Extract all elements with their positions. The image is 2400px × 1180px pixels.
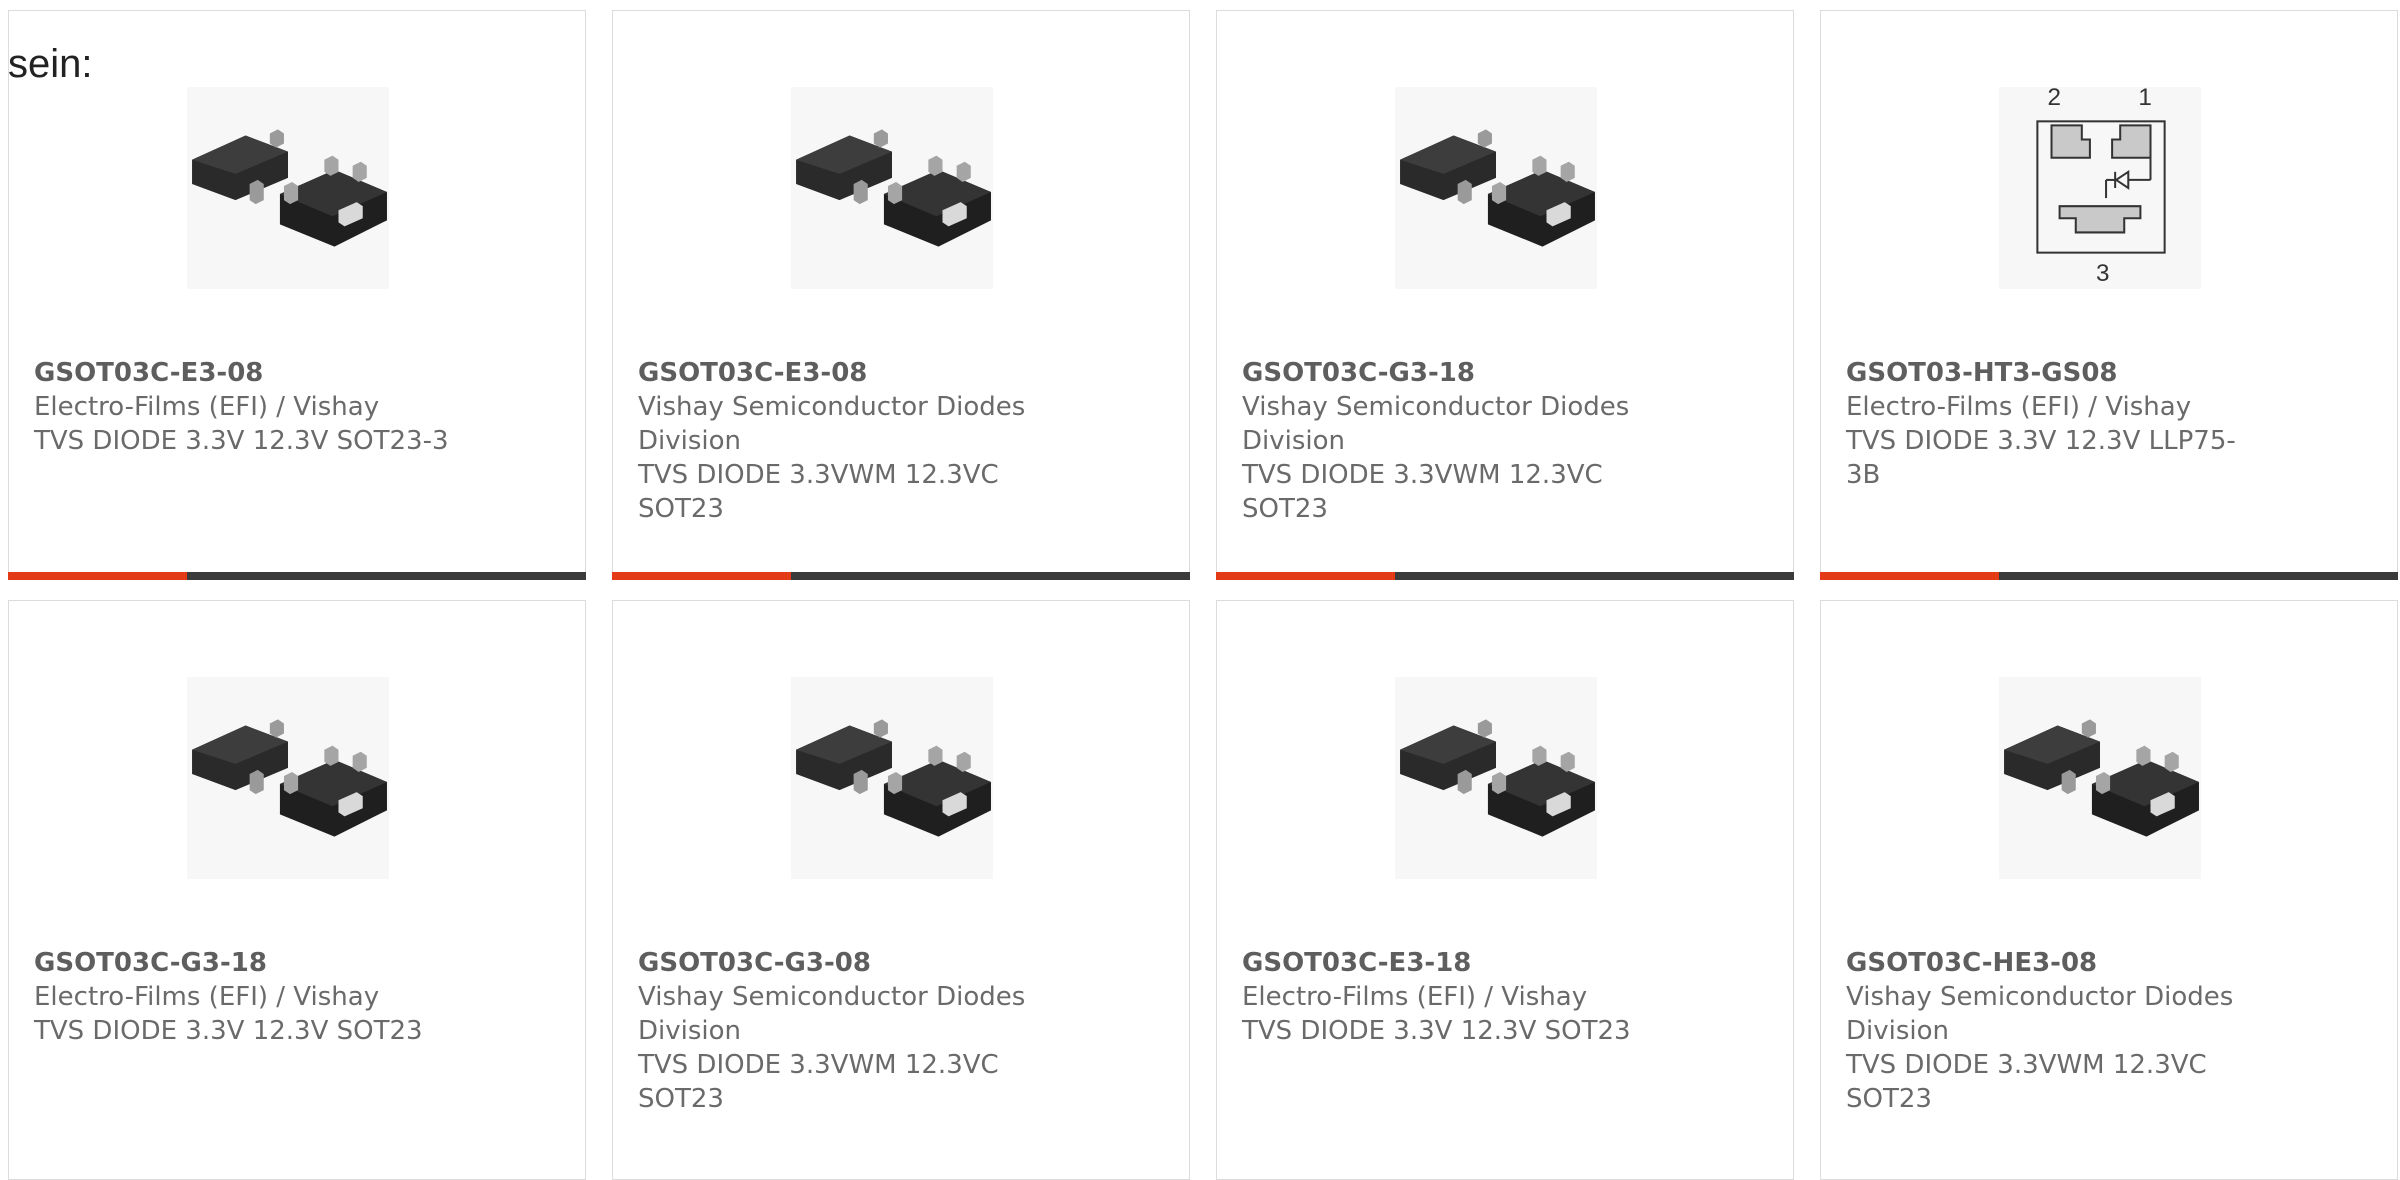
- card-progress-bar: [8, 572, 586, 580]
- product-card[interactable]: 2 1 3 GSOT03-HT3-GS08 Electro-Films (EFI…: [1820, 10, 2398, 580]
- sot23-package-image: [1395, 87, 1597, 289]
- card-progress-bar: [1216, 572, 1794, 580]
- part-number[interactable]: GSOT03C-G3-18: [1242, 356, 1662, 390]
- sot23-package-image: [187, 87, 389, 289]
- description: TVS DIODE 3.3V 12.3V SOT23-3: [34, 426, 449, 456]
- product-card[interactable]: GSOT03C-G3-18 Vishay Semiconductor Diode…: [1216, 10, 1794, 580]
- card-progress-fill: [8, 572, 188, 580]
- part-number[interactable]: GSOT03C-G3-08: [638, 946, 1058, 980]
- sot23-package-image: [187, 677, 389, 879]
- description: TVS DIODE 3.3V 12.3V LLP75-3B: [1846, 426, 2236, 490]
- manufacturer: Vishay Semiconductor Diodes Division: [638, 392, 1026, 456]
- sot23-package-image: [1999, 677, 2201, 879]
- svg-text:3: 3: [2096, 260, 2109, 287]
- description: TVS DIODE 3.3VWM 12.3VC SOT23: [1242, 460, 1603, 524]
- manufacturer: Vishay Semiconductor Diodes Division: [638, 982, 1026, 1046]
- part-number[interactable]: GSOT03C-HE3-08: [1846, 946, 2266, 980]
- llp75-pinout-diagram: 2 1 3: [1999, 87, 2201, 289]
- product-card[interactable]: GSOT03C-E3-08 Vishay Semiconductor Diode…: [612, 10, 1190, 580]
- part-number[interactable]: GSOT03-HT3-GS08: [1846, 356, 2266, 390]
- manufacturer: Electro-Films (EFI) / Vishay: [34, 982, 380, 1012]
- product-card[interactable]: GSOT03C-G3-08 Vishay Semiconductor Diode…: [612, 600, 1190, 1180]
- product-card[interactable]: GSOT03C-E3-18 Electro-Films (EFI) / Vish…: [1216, 600, 1794, 1180]
- manufacturer: Electro-Films (EFI) / Vishay: [1242, 982, 1588, 1012]
- sot23-package-image: [791, 677, 993, 879]
- part-number[interactable]: GSOT03C-G3-18: [34, 946, 454, 980]
- part-number[interactable]: GSOT03C-E3-08: [638, 356, 1058, 390]
- svg-text:2: 2: [2047, 87, 2060, 111]
- card-progress-bar: [612, 572, 1190, 580]
- product-card[interactable]: GSOT03C-HE3-08 Vishay Semiconductor Diod…: [1820, 600, 2398, 1180]
- description: TVS DIODE 3.3V 12.3V SOT23: [34, 1016, 423, 1046]
- card-progress-fill: [1820, 572, 2000, 580]
- description: TVS DIODE 3.3VWM 12.3VC SOT23: [1846, 1050, 2207, 1114]
- lead-text: sein:: [8, 42, 93, 86]
- part-number[interactable]: GSOT03C-E3-08: [34, 356, 454, 390]
- manufacturer: Vishay Semiconductor Diodes Division: [1242, 392, 1630, 456]
- product-card[interactable]: GSOT03C-E3-08 Electro-Films (EFI) / Vish…: [8, 10, 586, 580]
- card-progress-fill: [612, 572, 792, 580]
- card-progress-fill: [1216, 572, 1396, 580]
- manufacturer: Vishay Semiconductor Diodes Division: [1846, 982, 2234, 1046]
- manufacturer: Electro-Films (EFI) / Vishay: [34, 392, 380, 422]
- sot23-package-image: [791, 87, 993, 289]
- part-number[interactable]: GSOT03C-E3-18: [1242, 946, 1662, 980]
- description: TVS DIODE 3.3VWM 12.3VC SOT23: [638, 460, 999, 524]
- sot23-package-image: [1395, 677, 1597, 879]
- svg-text:1: 1: [2138, 87, 2151, 111]
- card-progress-bar: [1820, 572, 2398, 580]
- product-card[interactable]: GSOT03C-G3-18 Electro-Films (EFI) / Vish…: [8, 600, 586, 1180]
- product-grid: GSOT03C-E3-08 Electro-Films (EFI) / Vish…: [0, 0, 2400, 1180]
- manufacturer: Electro-Films (EFI) / Vishay: [1846, 392, 2192, 422]
- description: TVS DIODE 3.3VWM 12.3VC SOT23: [638, 1050, 999, 1114]
- description: TVS DIODE 3.3V 12.3V SOT23: [1242, 1016, 1631, 1046]
